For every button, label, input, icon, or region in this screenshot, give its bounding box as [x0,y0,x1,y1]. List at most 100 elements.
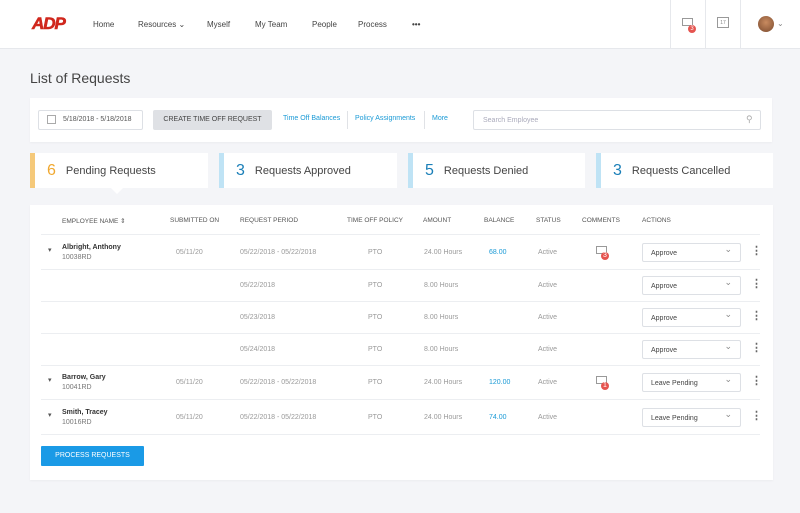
request-period: 05/22/2018 [240,282,276,289]
stat-label: Pending Requests [65,164,156,177]
status: Active [538,314,558,321]
more-options-icon[interactable]: ⋮ [751,343,762,354]
divider [670,0,671,48]
process-requests-button[interactable]: PROCESS REQUESTS [41,446,144,466]
employee-name[interactable]: Barrow, Gary [62,374,106,381]
table-row: ▾ Barrow, Gary 10041RD 05/11/20 05/22/2018 -… [41,366,762,400]
table-row: 05/24/2018 PTO 8.00 Hours Active Approve ⋮ [41,334,762,366]
action-select[interactable]: Leave Pending [642,373,741,392]
nav-resources-label: Resources [138,20,177,29]
table-row: 05/22/2018 PTO 8.00 Hours Active Approve ⋮ [41,270,762,302]
date-range-value: 5/18/2018 - 5/18/2018 [63,116,132,123]
nav-my-team[interactable]: My Team [255,20,287,29]
employee-name[interactable]: Smith, Tracey [62,409,108,416]
stat-denied[interactable]: 5 Requests Denied [408,153,585,188]
time-off-policy: PTO [368,314,383,321]
amount: 24.00 Hours [424,413,463,421]
status: Active [538,413,558,421]
action-select[interactable]: Approve [642,340,741,359]
balance: 68.00 [489,248,507,256]
time-off-policy: PTO [368,413,383,421]
expand-toggle-icon[interactable]: ▾ [48,376,52,384]
status: Active [538,248,558,256]
status: Active [538,346,558,353]
time-off-balances-link[interactable]: Time Off Balances [283,115,340,122]
policy-assignments-link[interactable]: Policy Assignments [355,115,415,122]
divider [705,0,706,48]
column-header: ACTIONS [642,217,671,224]
more-options-icon[interactable]: ⋮ [751,311,762,322]
expand-toggle-icon[interactable]: ▾ [48,246,52,254]
balance: 74.00 [489,413,507,421]
stat-label: Requests Approved [254,164,351,177]
stat-approved[interactable]: 3 Requests Approved [219,153,397,188]
divider [347,111,348,129]
nav-resources[interactable]: Resources ⌄ [138,20,185,29]
more-options-icon[interactable]: ⋮ [751,245,762,257]
column-header: COMMENTS [582,217,620,224]
submitted-on: 05/11/20 [176,413,203,421]
column-header-employee-name[interactable]: EMPLOYEE NAME ⇕ [62,217,126,225]
calendar-icon [47,115,56,124]
status: Active [538,282,558,289]
stat-pending[interactable]: 6 Pending Requests [30,153,208,188]
amount: 8.00 Hours [424,282,459,289]
top-header [0,0,800,49]
employee-id: 10038RD [62,253,92,261]
more-options-icon[interactable]: ⋮ [751,279,762,290]
stat-count: 3 [236,161,245,179]
create-time-off-request-button[interactable]: CREATE TIME OFF REQUEST [153,110,272,130]
column-header: SUBMITTED ON [170,217,220,224]
request-period: 05/23/2018 [240,314,276,321]
divider [740,0,741,48]
date-range-picker[interactable]: 5/18/2018 - 5/18/2018 [38,110,143,130]
search-icon[interactable]: ⚲ [746,114,753,125]
nav-more[interactable]: ••• [412,20,420,29]
stat-count: 5 [425,161,434,179]
expand-toggle-icon[interactable]: ▾ [48,411,52,419]
more-options-icon[interactable]: ⋮ [751,410,762,422]
action-select[interactable]: Leave Pending [642,407,741,427]
calendar-icon[interactable]: 17 [717,17,729,28]
column-header: STATUS [536,217,561,224]
amount: 8.00 Hours [424,314,459,321]
nav-myself[interactable]: Myself [207,20,230,29]
table-row: ▾ Albright, Anthony 10038RD 05/11/20 05/22/2… [41,235,762,270]
column-header: BALANCE [484,217,515,224]
action-select[interactable]: Approve [642,308,741,327]
employee-name[interactable]: Albright, Anthony [62,244,121,251]
request-period: 05/22/2018 - 05/22/2018 [240,248,317,256]
more-link[interactable]: More [432,115,448,122]
table-row: ▾ Smith, Tracey 10016RD 05/11/20 05/22/2018 … [41,400,762,435]
amount: 8.00 Hours [424,346,459,353]
action-select[interactable]: Approve [642,276,741,295]
action-select[interactable]: Approve [642,242,741,262]
amount: 24.00 Hours [424,379,463,386]
avatar[interactable] [758,16,774,32]
comments-badge: 1 [601,382,609,390]
nav-process[interactable]: Process [358,20,387,29]
sort-icon: ⇕ [120,218,126,225]
chevron-down-icon: ⌄ [178,20,186,29]
status: Active [538,379,558,386]
time-off-policy: PTO [368,282,383,289]
search-input[interactable]: Search Employee [473,110,761,130]
request-period: 05/24/2018 [240,346,276,353]
chevron-down-icon[interactable]: ⌄ [777,19,784,28]
active-pointer [110,187,124,194]
time-off-policy: PTO [368,379,383,386]
page-title: List of Requests [30,70,131,86]
balance: 120.00 [489,379,511,386]
stat-count: 3 [613,161,622,179]
nav-people[interactable]: People [312,20,337,29]
column-header: AMOUNT [423,217,452,224]
adp-logo[interactable]: ADP [32,14,67,34]
nav-home[interactable]: Home [93,20,114,29]
more-options-icon[interactable]: ⋮ [751,376,762,387]
stat-cancelled[interactable]: 3 Requests Cancelled [596,153,773,188]
column-header: TIME OFF POLICY [347,217,403,224]
time-off-policy: PTO [368,346,383,353]
stat-count: 6 [47,161,56,179]
table-row: 05/23/2018 PTO 8.00 Hours Active Approve ⋮ [41,302,762,334]
employee-id: 10041RD [62,384,92,391]
